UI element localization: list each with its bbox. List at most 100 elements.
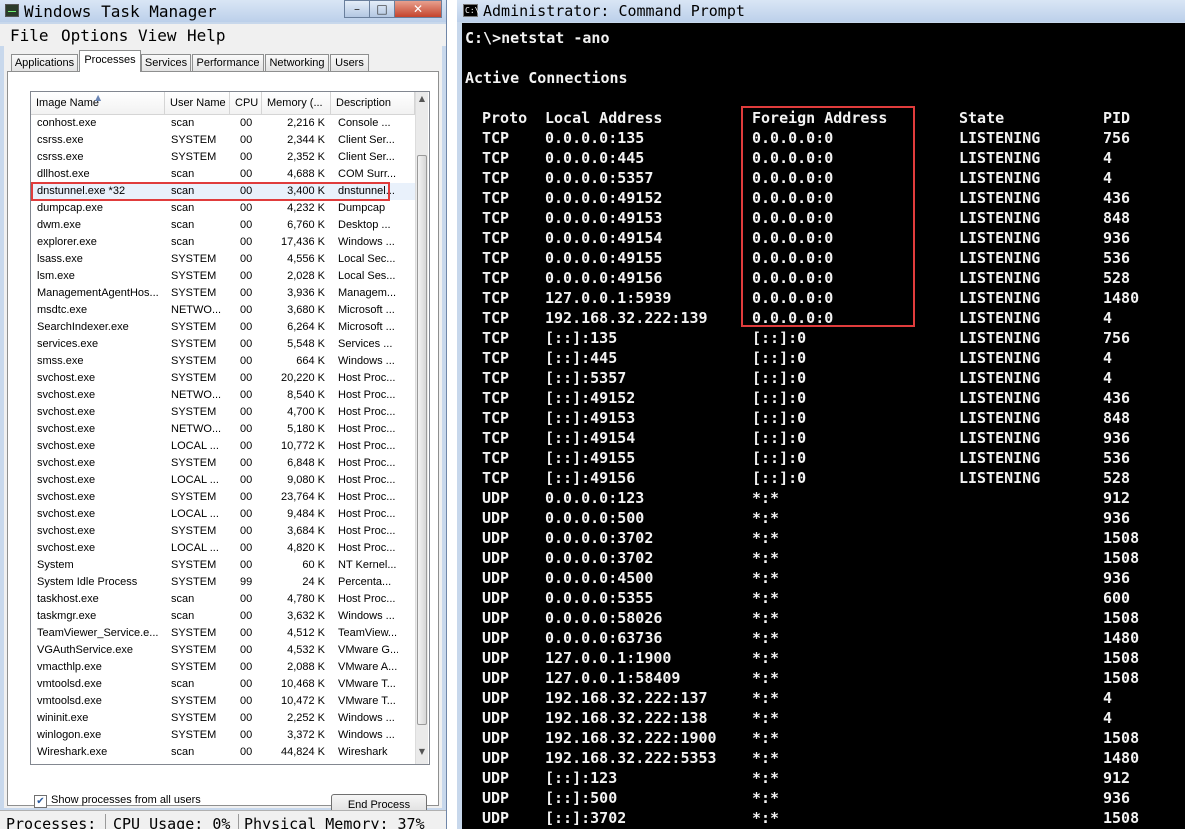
process-description: Client Ser... [338, 134, 395, 146]
table-row[interactable]: svchost.exe SYSTEM 00 3,684 K Host Proc... [31, 523, 415, 540]
row-state: LISTENING [959, 449, 1041, 467]
table-row[interactable]: System SYSTEM 00 60 K NT Kernel... [31, 557, 415, 574]
table-row[interactable]: svchost.exe SYSTEM 00 6,848 K Host Proc... [31, 455, 415, 472]
process-memory: 6,264 K [287, 321, 325, 333]
scroll-down-arrow-icon[interactable]: ▼ [416, 747, 428, 761]
row-proto: UDP [482, 589, 510, 607]
table-row[interactable]: VGAuthService.exe SYSTEM 00 4,532 K VMware G… [31, 642, 415, 659]
vertical-scrollbar[interactable]: ▲ ▼ [415, 92, 428, 764]
menu-view[interactable]: View [138, 26, 177, 45]
tab-services[interactable]: Services [141, 54, 191, 71]
table-row[interactable]: lsass.exe SYSTEM 00 4,556 K Local Sec... [31, 251, 415, 268]
row-foreign-address: [::]:0 [752, 369, 807, 387]
minimize-button[interactable]: – [344, 0, 370, 18]
tab-applications[interactable]: Applications [11, 54, 78, 71]
process-memory: 5,548 K [287, 338, 325, 350]
table-row[interactable]: svchost.exe LOCAL ... 00 10,772 K Host Proc.… [31, 438, 415, 455]
tab-users[interactable]: Users [330, 54, 369, 71]
process-cpu: 00 [240, 321, 253, 333]
table-row[interactable]: csrss.exe SYSTEM 00 2,344 K Client Ser... [31, 132, 415, 149]
column-description[interactable]: Description [331, 92, 415, 114]
table-row[interactable]: dllhost.exe scan 00 4,688 K COM Surr... [31, 166, 415, 183]
row-local-address: 0.0.0.0:123 [545, 489, 645, 507]
maximize-button[interactable]: □ [369, 0, 395, 18]
process-cpu: 00 [240, 678, 253, 690]
table-row[interactable]: dwm.exe scan 00 6,760 K Desktop ... [31, 217, 415, 234]
table-row[interactable]: csrss.exe SYSTEM 00 2,352 K Client Ser... [31, 149, 415, 166]
process-user: SYSTEM [171, 338, 217, 350]
show-all-processes-checkbox[interactable]: ✔ [34, 795, 47, 808]
row-local-address: [::]:49153 [545, 409, 636, 427]
cmd-app-icon: C:\ [463, 4, 480, 17]
table-row[interactable]: vmtoolsd.exe scan 00 10,468 K VMware T... [31, 676, 415, 693]
table-row[interactable]: smss.exe SYSTEM 00 664 K Windows ... [31, 353, 415, 370]
process-user: SYSTEM [171, 627, 217, 639]
table-row[interactable]: svchost.exe SYSTEM 00 20,220 K Host Proc... [31, 370, 415, 387]
table-row[interactable]: vmacthlp.exe SYSTEM 00 2,088 K VMware A... [31, 659, 415, 676]
table-row[interactable]: wininit.exe SYSTEM 00 2,252 K Windows ... [31, 710, 415, 727]
netstat-row: UDP 127.0.0.1:1900 *:* 1508 [462, 649, 1185, 669]
table-row[interactable]: explorer.exe scan 00 17,436 K Windows ... [31, 234, 415, 251]
row-proto: UDP [482, 629, 510, 647]
row-pid: 4 [1103, 349, 1113, 367]
table-row[interactable]: Wireshark.exe scan 00 44,824 K Wireshark [31, 744, 415, 761]
tab-networking[interactable]: Networking [265, 54, 329, 71]
table-row[interactable]: dumpcap.exe scan 00 4,232 K Dumpcap [31, 200, 415, 217]
table-row[interactable]: svchost.exe LOCAL ... 00 9,080 K Host Proc..… [31, 472, 415, 489]
table-row[interactable]: svchost.exe NETWO... 00 8,540 K Host Proc... [31, 387, 415, 404]
netstat-row: UDP [::]:500 *:* 936 [462, 789, 1185, 809]
process-user: NETWO... [171, 389, 222, 401]
close-button[interactable]: ✕ [394, 0, 442, 18]
row-pid: 1480 [1103, 749, 1140, 767]
tab-processes[interactable]: Processes [79, 50, 141, 72]
table-row[interactable]: winlogon.exe SYSTEM 00 3,372 K Windows ... [31, 727, 415, 744]
tab-performance[interactable]: Performance [192, 54, 264, 71]
table-row[interactable]: taskhost.exe scan 00 4,780 K Host Proc... [31, 591, 415, 608]
process-description: Microsoft ... [338, 321, 395, 333]
process-memory: 4,700 K [287, 406, 325, 418]
column-memory[interactable]: Memory (... [262, 92, 331, 114]
row-foreign-address: *:* [752, 789, 780, 807]
row-proto: UDP [482, 569, 510, 587]
title-bar[interactable]: Windows Task Manager – □ ✕ [0, 0, 446, 22]
column-image-name[interactable]: Image Name ▲ [31, 92, 165, 114]
menu-help[interactable]: Help [187, 26, 226, 45]
table-row[interactable]: SearchIndexer.exe SYSTEM 00 6,264 K Microsof… [31, 319, 415, 336]
table-row[interactable]: TeamViewer_Service.e... SYSTEM 00 4,512 K Te… [31, 625, 415, 642]
console-output[interactable]: C:\>netstat -ano Active Connections Prot… [462, 23, 1185, 829]
table-row[interactable]: vmtoolsd.exe SYSTEM 00 10,472 K VMware T... [31, 693, 415, 710]
menu-file[interactable]: File [10, 26, 49, 45]
title-bar[interactable]: C:\ Administrator: Command Prompt [457, 0, 1185, 22]
netstat-row: UDP 127.0.0.1:58409 *:* 1508 [462, 669, 1185, 689]
table-row[interactable]: svchost.exe LOCAL ... 00 9,484 K Host Proc..… [31, 506, 415, 523]
process-memory: 10,468 K [280, 678, 325, 690]
table-row[interactable]: ManagementAgentHos... SYSTEM 00 3,936 K Mana… [31, 285, 415, 302]
table-row[interactable]: svchost.exe SYSTEM 00 4,700 K Host Proc... [31, 404, 415, 421]
row-proto: TCP [482, 389, 510, 407]
row-pid: 936 [1103, 509, 1131, 527]
table-row[interactable]: lsm.exe SYSTEM 00 2,028 K Local Ses... [31, 268, 415, 285]
table-row[interactable]: conhost.exe scan 00 2,216 K Console ... [31, 115, 415, 132]
scroll-up-arrow-icon[interactable]: ▲ [416, 94, 428, 108]
table-row[interactable]: msdtc.exe NETWO... 00 3,680 K Microsoft ... [31, 302, 415, 319]
column-cpu[interactable]: CPU [230, 92, 262, 114]
scrollbar-thumb[interactable] [417, 155, 427, 725]
process-user: scan [171, 678, 195, 690]
row-local-address: 0.0.0.0:49153 [545, 209, 663, 227]
row-state: LISTENING [959, 429, 1041, 447]
row-foreign-address: [::]:0 [752, 389, 807, 407]
netstat-row: TCP [::]:445 [::]:0 LISTENING 4 [462, 349, 1185, 369]
process-user: SYSTEM [171, 321, 217, 333]
table-row[interactable]: svchost.exe LOCAL ... 00 4,820 K Host Proc..… [31, 540, 415, 557]
table-row[interactable]: svchost.exe SYSTEM 00 23,764 K Host Proc... [31, 489, 415, 506]
process-description: Host Proc... [338, 525, 396, 537]
menu-options[interactable]: Options [61, 26, 128, 45]
process-description: COM Surr... [338, 168, 397, 180]
process-user: SYSTEM [171, 661, 217, 673]
table-row[interactable]: services.exe SYSTEM 00 5,548 K Services ... [31, 336, 415, 353]
table-row[interactable]: taskmgr.exe scan 00 3,632 K Windows ... [31, 608, 415, 625]
column-user-name[interactable]: User Name [165, 92, 230, 114]
process-name: conhost.exe [37, 117, 97, 129]
table-row[interactable]: svchost.exe NETWO... 00 5,180 K Host Proc... [31, 421, 415, 438]
table-row[interactable]: System Idle Process SYSTEM 99 24 K Percenta.… [31, 574, 415, 591]
